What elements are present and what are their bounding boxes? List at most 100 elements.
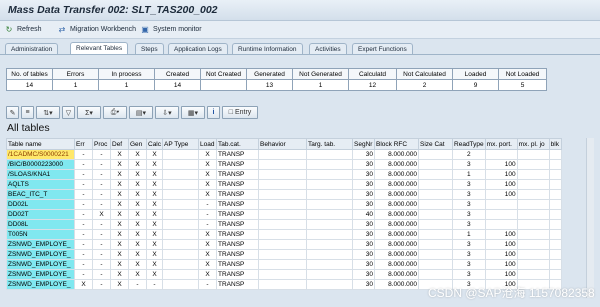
table-cell[interactable]: X <box>128 199 147 210</box>
info-button[interactable]: i <box>207 106 220 119</box>
table-name-cell[interactable]: DD02L <box>6 199 75 210</box>
refresh-button[interactable]: ↻ Refresh <box>4 24 42 35</box>
table-cell[interactable] <box>162 279 200 290</box>
table-cell[interactable]: X <box>128 179 147 190</box>
table-cell[interactable] <box>548 189 562 200</box>
table-cell[interactable] <box>516 159 550 170</box>
table-cell[interactable]: 40 <box>352 209 376 220</box>
column-header[interactable]: Def <box>110 138 129 150</box>
table-cell[interactable]: TRANSP <box>216 269 260 280</box>
table-cell[interactable] <box>306 279 354 290</box>
table-cell[interactable]: X <box>145 239 164 250</box>
table-cell[interactable]: X <box>198 269 218 280</box>
table-cell[interactable]: TRANSP <box>216 159 260 170</box>
sort-button[interactable]: ⇅▾ <box>36 106 60 119</box>
table-cell[interactable]: X <box>128 149 147 160</box>
table-cell[interactable]: 30 <box>352 149 376 160</box>
table-cell[interactable] <box>306 189 354 200</box>
table-cell[interactable]: 3 <box>452 249 486 260</box>
table-name-cell[interactable]: ZSNWD_EMPLOYE_ <box>6 249 75 260</box>
view-button[interactable]: ▤▾ <box>129 106 153 119</box>
table-cell[interactable]: TRANSP <box>216 229 260 240</box>
table-cell[interactable]: 30 <box>352 199 376 210</box>
table-cell[interactable]: X <box>110 179 129 190</box>
table-cell[interactable]: - <box>92 259 111 270</box>
table-cell[interactable] <box>258 249 308 260</box>
table-cell[interactable]: 100 <box>484 159 518 170</box>
table-cell[interactable]: X <box>110 269 129 280</box>
table-cell[interactable] <box>418 199 454 210</box>
stat-value[interactable]: 12 <box>348 79 397 91</box>
table-cell[interactable]: 30 <box>352 259 376 270</box>
table-cell[interactable]: X <box>110 149 129 160</box>
table-cell[interactable]: X <box>145 259 164 270</box>
table-cell[interactable]: X <box>145 199 164 210</box>
table-cell[interactable] <box>418 239 454 250</box>
column-header[interactable]: mx. pl. jo <box>516 138 550 150</box>
table-cell[interactable]: X <box>110 219 129 230</box>
stat-value[interactable]: 14 <box>154 79 201 91</box>
table-cell[interactable]: - <box>74 239 93 250</box>
table-cell[interactable] <box>258 209 308 220</box>
table-row[interactable]: DD02L - - X X X - TRANSP 30 8.000.000 3 <box>6 199 562 210</box>
stat-value[interactable]: 2 <box>396 79 453 91</box>
stat-value[interactable]: 1 <box>292 79 349 91</box>
table-cell[interactable]: X <box>128 169 147 180</box>
column-header[interactable]: ReadType <box>452 138 486 150</box>
table-cell[interactable]: 30 <box>352 219 376 230</box>
table-cell[interactable]: TRANSP <box>216 189 260 200</box>
table-cell[interactable] <box>548 199 562 210</box>
table-cell[interactable]: TRANSP <box>216 219 260 230</box>
column-header[interactable]: AP Type <box>162 138 200 150</box>
table-cell[interactable] <box>306 209 354 220</box>
table-cell[interactable]: TRANSP <box>216 199 260 210</box>
table-cell[interactable] <box>306 239 354 250</box>
table-cell[interactable]: 30 <box>352 249 376 260</box>
table-cell[interactable]: X <box>110 199 129 210</box>
table-row[interactable]: DD02T - X X X X - TRANSP 40 8.000.000 3 <box>6 209 562 220</box>
table-row[interactable]: /1CADMC/S0000221- - X X X X TRANSP 30 8.000.000 2 <box>6 149 562 160</box>
table-cell[interactable] <box>258 259 308 270</box>
table-cell[interactable]: 3 <box>452 259 486 270</box>
table-cell[interactable] <box>258 179 308 190</box>
table-cell[interactable] <box>516 219 550 230</box>
table-name-cell[interactable]: /1CADMC/S0000221 <box>6 149 75 160</box>
table-cell[interactable]: 8.000.000 <box>374 169 420 180</box>
table-cell[interactable]: 8.000.000 <box>374 249 420 260</box>
table-cell[interactable]: X <box>92 209 111 220</box>
table-cell[interactable] <box>548 179 562 190</box>
column-header[interactable]: Load <box>198 138 218 150</box>
table-cell[interactable] <box>548 219 562 230</box>
details-button[interactable]: ≡ <box>21 106 34 119</box>
column-header[interactable]: Proc <box>92 138 111 150</box>
table-row[interactable]: ZSNWD_EMPLOYE_ - - X X X X TRANSP 30 8.000.000 3 10… <box>6 269 562 280</box>
table-cell[interactable]: 30 <box>352 229 376 240</box>
table-cell[interactable]: X <box>198 259 218 270</box>
table-cell[interactable]: X <box>128 219 147 230</box>
column-header[interactable]: Behavior <box>258 138 308 150</box>
table-cell[interactable]: - <box>74 209 93 220</box>
table-cell[interactable]: - <box>74 169 93 180</box>
table-row[interactable]: /BIC/B0000223000- - X X X X TRANSP 30 8.000.000 3… <box>6 159 562 170</box>
table-cell[interactable]: X <box>198 179 218 190</box>
table-cell[interactable] <box>516 149 550 160</box>
table-cell[interactable]: TRANSP <box>216 239 260 250</box>
table-cell[interactable]: - <box>92 169 111 180</box>
table-cell[interactable] <box>418 259 454 270</box>
table-cell[interactable]: - <box>74 199 93 210</box>
column-header[interactable]: Err <box>74 138 93 150</box>
table-cell[interactable]: TRANSP <box>216 149 260 160</box>
table-cell[interactable]: - <box>92 199 111 210</box>
table-cell[interactable] <box>516 259 550 270</box>
table-cell[interactable] <box>306 229 354 240</box>
table-row[interactable]: T005N - - X X X X TRANSP 30 8.000.000 1 100 <box>6 229 562 240</box>
table-cell[interactable]: TRANSP <box>216 209 260 220</box>
table-cell[interactable] <box>484 199 518 210</box>
table-cell[interactable] <box>258 159 308 170</box>
table-cell[interactable] <box>548 149 562 160</box>
stat-value[interactable]: 9 <box>452 79 499 91</box>
table-cell[interactable]: - <box>74 179 93 190</box>
table-cell[interactable]: - <box>74 269 93 280</box>
table-cell[interactable] <box>258 169 308 180</box>
table-cell[interactable]: X <box>110 239 129 250</box>
